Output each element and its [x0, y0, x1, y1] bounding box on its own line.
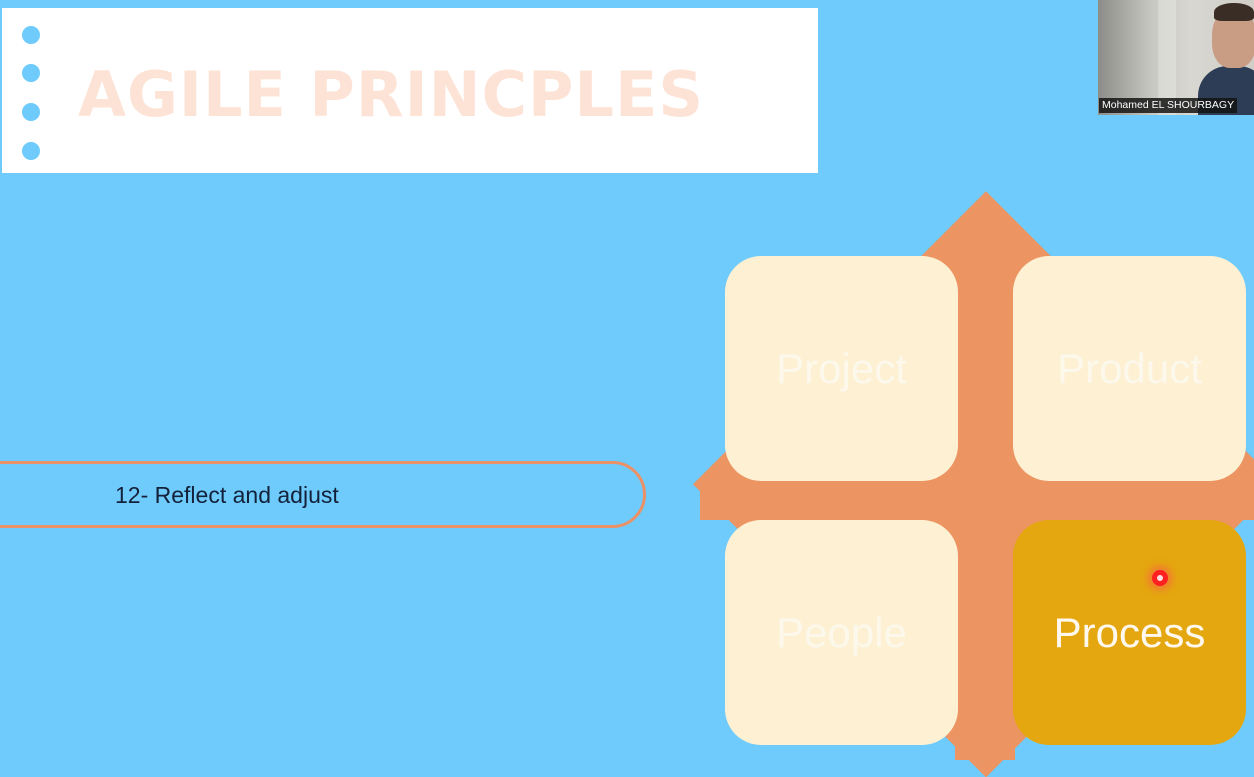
bullet-dot-icon: [22, 64, 40, 82]
quadrant-project: Project: [725, 256, 958, 481]
participant-hair: [1214, 3, 1254, 21]
participant-name-label: Mohamed EL SHOURBAGY: [1099, 98, 1238, 113]
quadrant-people: People: [725, 520, 958, 745]
quadrant-label: Project: [776, 344, 907, 392]
principle-text: 12- Reflect and adjust: [115, 482, 339, 508]
bullet-dot-icon: [22, 142, 40, 160]
quadrant-product: Product: [1013, 256, 1246, 481]
quadrant-label: Process: [1053, 608, 1206, 656]
title-card: AGILE PRINCPLES: [2, 8, 818, 173]
bullet-dot-icon: [22, 103, 40, 121]
slide-title: AGILE PRINCPLES: [78, 58, 704, 131]
webcam-thumbnail[interactable]: Mohamed EL SHOURBAGY: [1098, 0, 1254, 115]
bullet-dot-icon: [22, 26, 40, 44]
laser-pointer-icon: [1152, 570, 1168, 586]
presentation-slide: AGILE PRINCPLES 12- Reflect and adjust P…: [0, 0, 1254, 777]
quadrant-process: Process: [1013, 520, 1246, 745]
quadrant-label: People: [776, 608, 907, 656]
quadrant-label: Product: [1057, 344, 1202, 392]
